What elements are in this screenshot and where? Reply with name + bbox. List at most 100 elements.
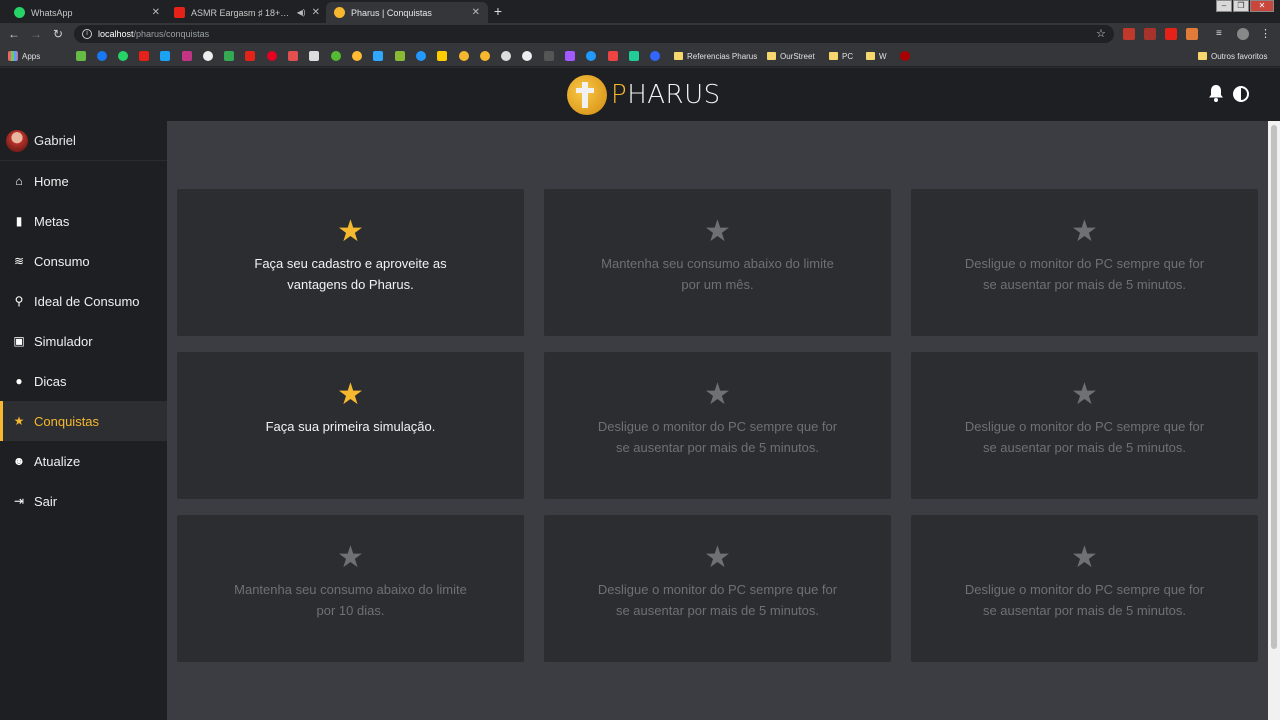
photoshop-icon[interactable] xyxy=(373,51,383,61)
google-icon[interactable] xyxy=(203,51,213,61)
sidebar-item-label: Home xyxy=(34,173,69,189)
sidebar-item-home[interactable]: ⌂ Home xyxy=(0,161,167,201)
contrast-toggle-icon[interactable] xyxy=(1233,86,1249,102)
other-bookmarks-folder[interactable]: Outros favoritos xyxy=(1198,49,1267,63)
new-tab-button[interactable]: + xyxy=(489,3,507,21)
star-icon: ★ xyxy=(704,378,731,411)
bookmark-icon[interactable] xyxy=(608,51,618,61)
user-profile[interactable]: Gabriel xyxy=(0,121,167,161)
browser-tab-youtube[interactable]: ASMR Eargasm ♯ 18+ very in ◀) ✕ xyxy=(166,2,328,23)
bookmark-icon[interactable] xyxy=(650,51,660,61)
whatsapp-icon[interactable] xyxy=(118,51,128,61)
sidebar-item-ideal-de-consumo[interactable]: ⚲ Ideal de Consumo xyxy=(0,281,167,321)
star-icon: ★ xyxy=(704,215,731,248)
drive-icon[interactable] xyxy=(224,51,234,61)
achievement-text: Mantenha seu consumo abaixo do limite po… xyxy=(601,256,834,292)
sidebar-item-atualize[interactable]: ☻ Atualize xyxy=(0,441,167,481)
bookmark-icon[interactable] xyxy=(629,51,639,61)
sidebar-item-sair[interactable]: ⇥ Sair xyxy=(0,481,167,521)
minimize-button[interactable]: – xyxy=(1216,0,1232,12)
bookmarks-bar: Apps Referencias Pharus OurStreet PC W O… xyxy=(0,45,1280,67)
browser-tab-pharus[interactable]: Pharus | Conquistas ✕ xyxy=(326,2,488,23)
star-icon: ★ xyxy=(704,541,731,574)
achievement-card: ★ Desligue o monitor do PC sempre que fo… xyxy=(544,515,891,662)
info-icon[interactable]: i xyxy=(82,29,92,39)
sidebar-item-label: Ideal de Consumo xyxy=(34,293,140,309)
achievement-card: ★ Mantenha seu consumo abaixo do limite … xyxy=(177,515,524,662)
bookmark-folder-w[interactable]: W xyxy=(866,49,887,63)
restore-button[interactable]: ❐ xyxy=(1233,0,1249,12)
close-icon[interactable]: ✕ xyxy=(312,7,320,18)
play-icon[interactable] xyxy=(522,51,532,61)
sidebar-item-dicas[interactable]: ● Dicas xyxy=(0,361,167,401)
close-icon[interactable]: ✕ xyxy=(152,7,160,18)
youtube-icon[interactable] xyxy=(139,51,149,61)
avatar xyxy=(6,129,28,152)
sidebar-item-metas[interactable]: ▮ Metas xyxy=(0,201,167,241)
bookmark-icon[interactable] xyxy=(416,51,426,61)
url-path: /pharus/conquistas xyxy=(133,29,210,39)
bookmark-icon[interactable] xyxy=(245,51,255,61)
logo-text: PHARUS xyxy=(611,80,721,110)
pharus-favicon-icon xyxy=(334,7,345,18)
menu-dots-icon[interactable]: ⋮ xyxy=(1260,28,1272,40)
bookmark-icon[interactable] xyxy=(352,51,362,61)
close-icon[interactable]: ✕ xyxy=(472,7,480,18)
apps-bookmark[interactable]: Apps xyxy=(8,49,40,63)
achievement-card: ★ Mantenha seu consumo abaixo do limite … xyxy=(544,189,891,336)
achievement-text: Desligue o monitor do PC sempre que for … xyxy=(964,582,1205,618)
bookmark-icon[interactable] xyxy=(76,51,86,61)
figma-icon[interactable] xyxy=(565,51,575,61)
scrollbar-thumb[interactable] xyxy=(1271,125,1277,649)
home-icon: ⌂ xyxy=(15,174,23,188)
bookmark-icon[interactable] xyxy=(544,51,554,61)
database-icon: ≋ xyxy=(13,254,25,268)
sidebar-item-simulador[interactable]: ▣ Simulador xyxy=(0,321,167,361)
sidebar-item-consumo[interactable]: ≋ Consumo xyxy=(0,241,167,281)
star-icon: ★ xyxy=(337,378,364,411)
scrollbar[interactable] xyxy=(1268,121,1280,720)
pharus-icon[interactable] xyxy=(459,51,469,61)
sidebar-item-label: Conquistas xyxy=(34,413,100,429)
pdf-extension-icon[interactable] xyxy=(1144,28,1156,40)
window-controls: – ❐ ✕ xyxy=(1216,0,1274,12)
bookmark-folder-ourstreet[interactable]: OurStreet xyxy=(767,49,815,63)
folder-icon xyxy=(829,52,838,60)
bookmark-icon[interactable] xyxy=(288,51,298,61)
reload-icon[interactable]: ↻ xyxy=(50,26,66,42)
adblock-icon[interactable] xyxy=(1123,28,1135,40)
speaker-icon[interactable]: ◀) xyxy=(297,8,306,17)
bookmark-icon[interactable] xyxy=(331,51,341,61)
pharus-icon[interactable] xyxy=(480,51,490,61)
url-input[interactable]: i localhost/pharus/conquistas xyxy=(74,25,1114,43)
bookmark-folder-pc[interactable]: PC xyxy=(829,49,853,63)
r-icon[interactable] xyxy=(309,51,319,61)
youtube-extension-icon[interactable] xyxy=(1165,28,1177,40)
url-host: localhost xyxy=(98,29,134,39)
bookmark-icon[interactable] xyxy=(437,51,447,61)
sidebar-item-conquistas[interactable]: ★ Conquistas xyxy=(0,401,167,441)
close-window-button[interactable]: ✕ xyxy=(1250,0,1274,12)
bookmark-icon[interactable] xyxy=(395,51,405,61)
pinterest-icon[interactable] xyxy=(267,51,277,61)
profile-avatar[interactable] xyxy=(1237,28,1249,40)
bookmark-icon[interactable] xyxy=(586,51,596,61)
twitter-icon[interactable] xyxy=(160,51,170,61)
forward-arrow-icon[interactable]: → xyxy=(28,26,44,42)
browser-tab-whatsapp[interactable]: WhatsApp ✕ xyxy=(6,2,168,23)
media-control-icon[interactable]: ≡ xyxy=(1216,28,1228,40)
sidebar-item-label: Consumo xyxy=(34,253,90,269)
bell-icon[interactable] xyxy=(1207,84,1225,102)
bookmark-icon[interactable] xyxy=(900,51,910,61)
bookmark-star-icon[interactable]: ☆ xyxy=(1096,27,1106,40)
extension-icon[interactable] xyxy=(1186,28,1198,40)
tab-title: Pharus | Conquistas xyxy=(351,7,432,18)
back-arrow-icon[interactable]: ← xyxy=(6,26,22,42)
achievement-card: ★ Faça seu cadastro e aproveite as vanta… xyxy=(177,189,524,336)
achievement-text: Desligue o monitor do PC sempre que for … xyxy=(597,582,838,618)
facebook-icon[interactable] xyxy=(97,51,107,61)
github-icon[interactable] xyxy=(501,51,511,61)
pharus-logo[interactable]: PHARUS xyxy=(567,75,721,115)
instagram-icon[interactable] xyxy=(182,51,192,61)
bookmark-folder-referencias-pharus[interactable]: Referencias Pharus xyxy=(674,49,757,63)
